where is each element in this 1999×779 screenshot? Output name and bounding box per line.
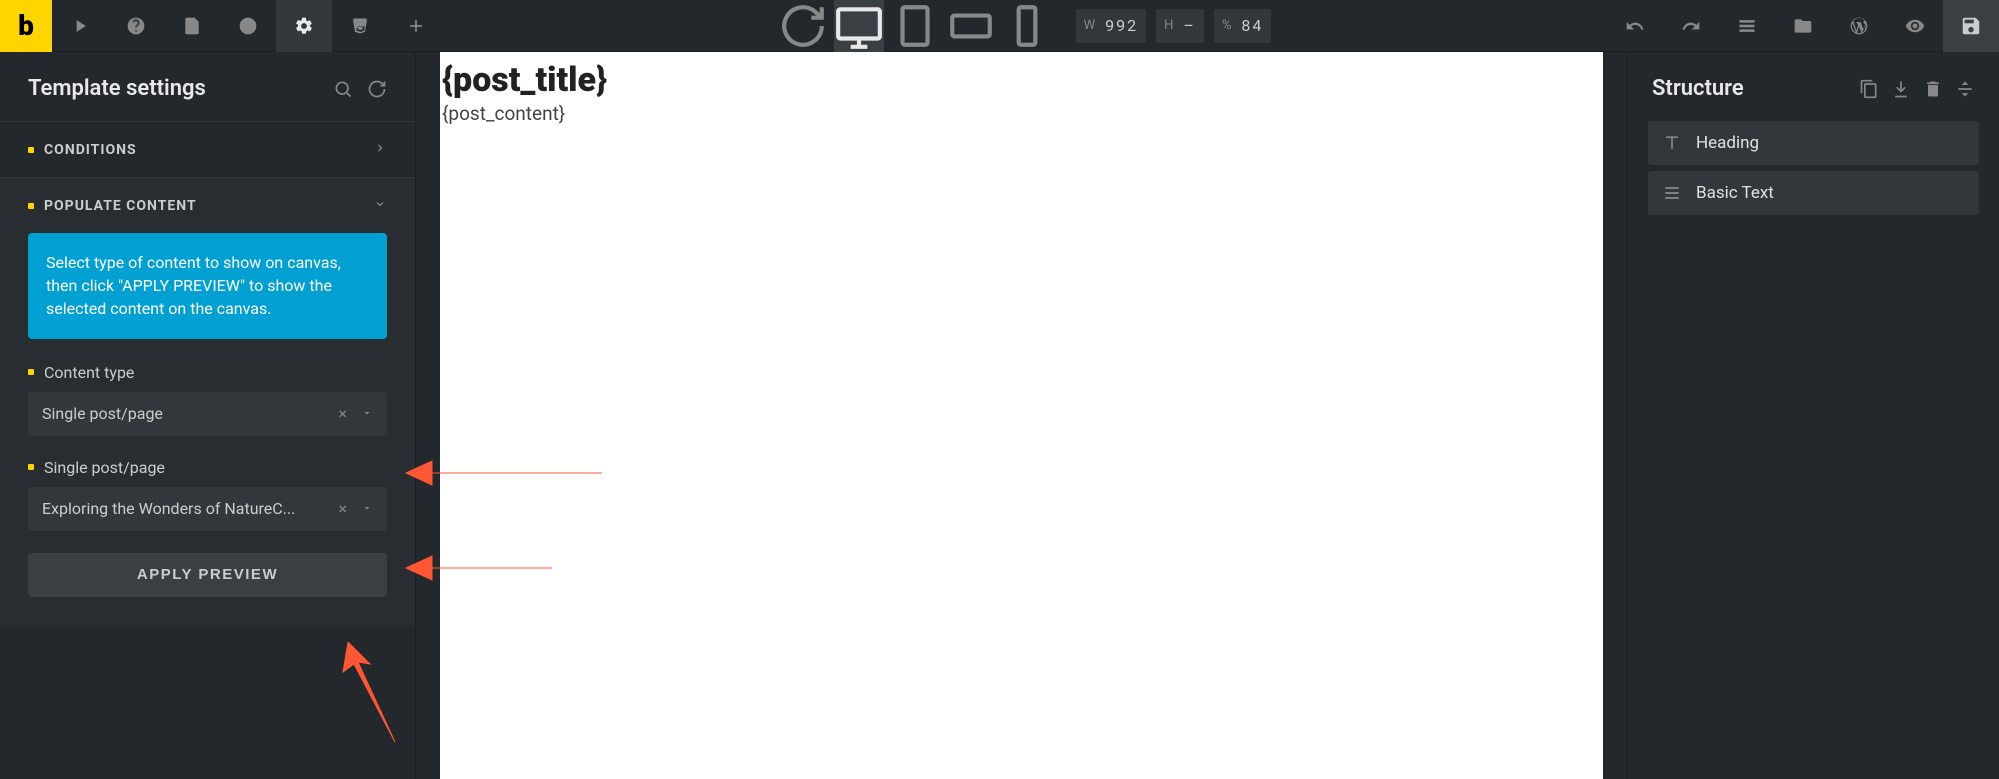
wordpress-icon[interactable] bbox=[1831, 0, 1887, 52]
chevron-down-icon[interactable] bbox=[361, 404, 373, 423]
populate-body: Select type of content to show on canvas… bbox=[0, 233, 415, 625]
text-icon bbox=[1662, 133, 1682, 153]
width-value: 992 bbox=[1105, 16, 1138, 35]
pages-icon[interactable] bbox=[164, 0, 220, 52]
canvas-wrap: {post_title} {post_content} bbox=[416, 52, 1627, 779]
refresh-icon[interactable] bbox=[367, 79, 387, 99]
bullet-icon bbox=[28, 464, 34, 470]
apply-preview-button[interactable]: APPLY PREVIEW bbox=[28, 553, 387, 597]
structure-item-label: Heading bbox=[1696, 133, 1759, 153]
zoom-value: 84 bbox=[1241, 16, 1263, 35]
content-type-label: Content type bbox=[44, 363, 134, 382]
redo-icon[interactable] bbox=[1663, 0, 1719, 52]
play-icon[interactable] bbox=[52, 0, 108, 52]
settings-icon[interactable] bbox=[276, 0, 332, 52]
collapse-icon[interactable] bbox=[1955, 79, 1975, 99]
trash-icon[interactable] bbox=[1923, 79, 1943, 99]
single-post-select[interactable]: Exploring the Wonders of NatureC... × bbox=[28, 487, 387, 531]
folder-icon[interactable] bbox=[1775, 0, 1831, 52]
chevron-down-icon bbox=[373, 196, 387, 215]
conditions-header[interactable]: CONDITIONS bbox=[0, 122, 415, 177]
lines-icon bbox=[1662, 183, 1682, 203]
post-title[interactable]: {post_title} bbox=[440, 60, 1603, 100]
device-desktop-icon[interactable] bbox=[834, 0, 884, 52]
preview-icon[interactable] bbox=[1887, 0, 1943, 52]
width-label: W bbox=[1084, 18, 1096, 33]
structure-actions bbox=[1859, 79, 1975, 99]
chevron-down-icon[interactable] bbox=[361, 499, 373, 518]
help-icon[interactable] bbox=[108, 0, 164, 52]
structure-item-heading[interactable]: Heading bbox=[1648, 121, 1979, 165]
main-area: Template settings CONDITIONS POPULATE CO… bbox=[0, 52, 1999, 779]
zoom-label: % bbox=[1222, 18, 1232, 33]
bullet-icon bbox=[28, 203, 34, 209]
populate-label: POPULATE CONTENT bbox=[44, 198, 197, 214]
clear-icon[interactable]: × bbox=[338, 499, 347, 518]
populate-section: POPULATE CONTENT Select type of content … bbox=[0, 177, 415, 625]
download-icon[interactable] bbox=[1891, 79, 1911, 99]
reload-icon[interactable] bbox=[778, 0, 828, 52]
clear-icon[interactable]: × bbox=[338, 404, 347, 423]
left-panel-title: Template settings bbox=[28, 76, 206, 101]
populate-header[interactable]: POPULATE CONTENT bbox=[0, 178, 415, 233]
bullet-icon bbox=[28, 369, 34, 375]
copy-icon[interactable] bbox=[1859, 79, 1879, 99]
left-panel: Template settings CONDITIONS POPULATE CO… bbox=[0, 52, 416, 779]
device-tablet-landscape-icon[interactable] bbox=[946, 0, 996, 52]
toolbar-left-group: b bbox=[0, 0, 444, 51]
single-post-label: Single post/page bbox=[44, 458, 165, 477]
structure-item-basic-text[interactable]: Basic Text bbox=[1648, 171, 1979, 215]
info-box: Select type of content to show on canvas… bbox=[28, 233, 387, 339]
single-post-value: Exploring the Wonders of NatureC... bbox=[42, 499, 338, 518]
structure-item-label: Basic Text bbox=[1696, 183, 1774, 203]
zoom-box[interactable]: % 84 bbox=[1214, 9, 1272, 43]
device-mobile-icon[interactable] bbox=[1002, 0, 1052, 52]
save-button[interactable] bbox=[1943, 0, 1999, 52]
toolbar-right-group bbox=[1607, 0, 1999, 51]
post-content[interactable]: {post_content} bbox=[440, 100, 1603, 127]
top-toolbar: b W 992 H– % 84 bbox=[0, 0, 1999, 52]
width-box[interactable]: W 992 bbox=[1076, 9, 1147, 43]
content-type-select[interactable]: Single post/page × bbox=[28, 392, 387, 436]
search-icon[interactable] bbox=[333, 79, 353, 99]
add-icon[interactable] bbox=[388, 0, 444, 52]
conditions-label: CONDITIONS bbox=[44, 142, 137, 158]
content-type-value: Single post/page bbox=[42, 404, 338, 423]
structure-toggle-icon[interactable] bbox=[1719, 0, 1775, 52]
revisions-icon[interactable] bbox=[220, 0, 276, 52]
height-value: – bbox=[1183, 16, 1196, 35]
chevron-right-icon bbox=[373, 140, 387, 159]
logo[interactable]: b bbox=[0, 0, 52, 52]
undo-icon[interactable] bbox=[1607, 0, 1663, 52]
height-box[interactable]: H– bbox=[1156, 9, 1204, 43]
height-label: H bbox=[1164, 18, 1173, 33]
device-tablet-portrait-icon[interactable] bbox=[890, 0, 940, 52]
css-icon[interactable] bbox=[332, 0, 388, 52]
structure-title: Structure bbox=[1652, 76, 1744, 101]
left-panel-actions bbox=[333, 79, 387, 99]
structure-header: Structure bbox=[1628, 52, 1999, 121]
toolbar-center-group: W 992 H– % 84 bbox=[444, 0, 1607, 52]
bullet-icon bbox=[28, 147, 34, 153]
right-panel: Structure Heading Basic Text bbox=[1627, 52, 1999, 779]
left-panel-header: Template settings bbox=[0, 52, 415, 121]
canvas[interactable]: {post_title} {post_content} bbox=[440, 52, 1603, 779]
conditions-section: CONDITIONS bbox=[0, 121, 415, 177]
